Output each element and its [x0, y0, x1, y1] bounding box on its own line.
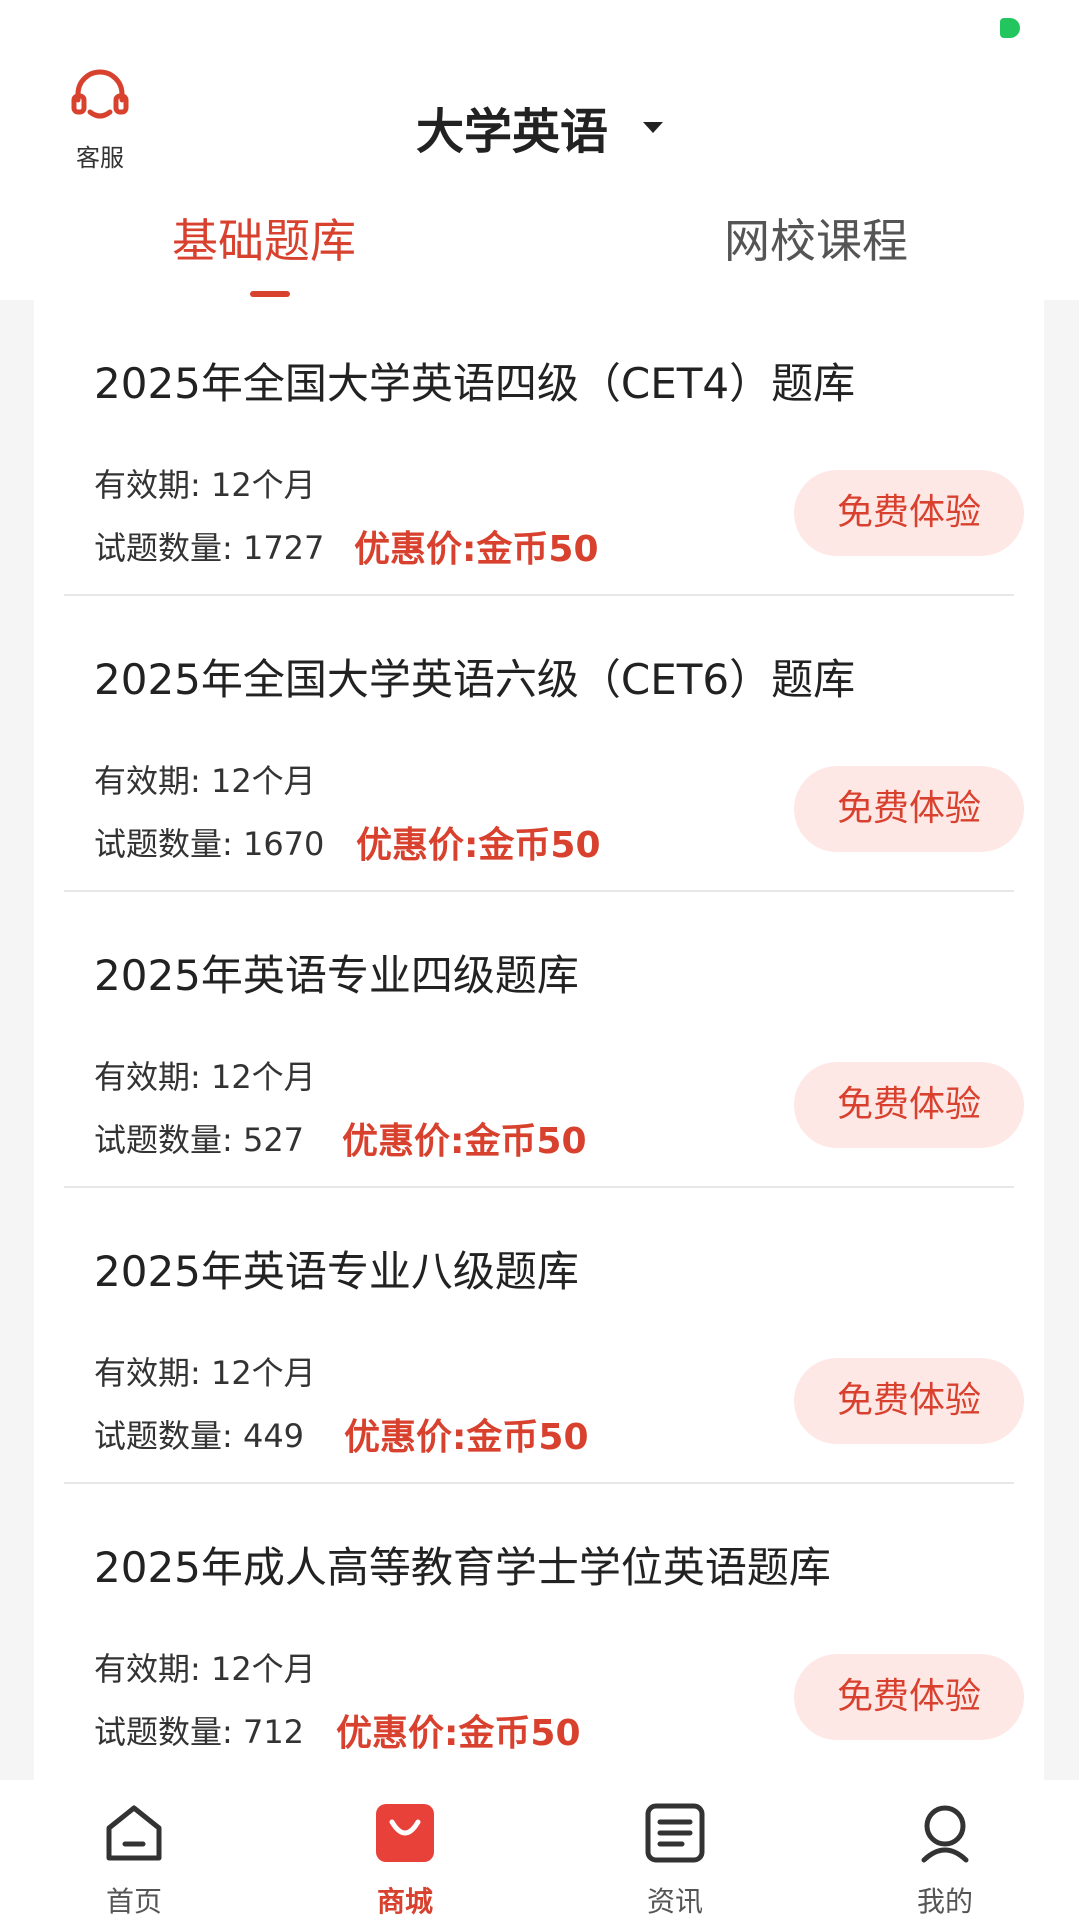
tab-basic-question-bank[interactable]: 基础题库: [172, 205, 356, 271]
item-price: 优惠价:金币50: [336, 1713, 581, 1754]
item-question-count: 试题数量: 1670: [94, 825, 325, 863]
item-price: 优惠价:金币50: [344, 1417, 589, 1458]
tab-bar: 基础题库 网校课程: [0, 205, 1079, 300]
item-title: 2025年英语专业八级题库: [94, 1247, 579, 1296]
nav-label-shop: 商城: [376, 1885, 433, 1918]
nav-item-home[interactable]: 首页: [74, 1800, 194, 1920]
app-screen: 客服 大学英语 基础题库 网校课程 2025年全国大学英语四级（CET4）题库 …: [0, 0, 1079, 1920]
profile-icon: [921, 1805, 969, 1863]
active-tab-indicator: [250, 291, 290, 297]
nav-item-shop[interactable]: 商城: [345, 1800, 465, 1920]
item-question-count: 试题数量: 712: [94, 1713, 305, 1751]
bottom-nav: 首页 商城 资讯 我的: [0, 1780, 1079, 1920]
nav-label-profile: 我的: [916, 1885, 973, 1918]
list-item[interactable]: 2025年英语专业四级题库 有效期: 12个月 试题数量: 527 优惠价:金币…: [64, 892, 1024, 1188]
item-title: 2025年英语专业四级题库: [94, 951, 579, 1000]
tab-online-courses[interactable]: 网校课程: [724, 205, 908, 271]
item-price: 优惠价:金币50: [354, 529, 599, 570]
item-validity: 有效期: 12个月: [94, 1354, 316, 1392]
item-validity: 有效期: 12个月: [94, 1650, 316, 1688]
subject-selector[interactable]: 大学英语: [0, 92, 1079, 162]
list-item[interactable]: 2025年全国大学英语四级（CET4）题库 有效期: 12个月 试题数量: 17…: [64, 300, 1024, 596]
caret-down-icon: [643, 121, 664, 133]
free-trial-button[interactable]: 免费体验: [794, 470, 1024, 556]
free-trial-button[interactable]: 免费体验: [794, 766, 1024, 852]
item-validity: 有效期: 12个月: [94, 762, 316, 800]
page-title: 大学英语: [415, 104, 608, 160]
item-title: 2025年成人高等教育学士学位英语题库: [94, 1543, 831, 1592]
item-question-count: 试题数量: 1727: [94, 529, 325, 567]
shop-bag-icon: [376, 1804, 434, 1862]
nav-item-news[interactable]: 资讯: [615, 1800, 735, 1920]
item-question-count: 试题数量: 449: [94, 1417, 305, 1455]
nav-item-profile[interactable]: 我的: [885, 1800, 1005, 1920]
header: 客服 大学英语 基础题库 网校课程: [0, 0, 1079, 300]
news-icon: [645, 1803, 705, 1863]
list-item[interactable]: 2025年成人高等教育学士学位英语题库 有效期: 12个月 试题数量: 712 …: [64, 1484, 1024, 1780]
list-item[interactable]: 2025年英语专业八级题库 有效期: 12个月 试题数量: 449 优惠价:金币…: [64, 1188, 1024, 1484]
item-question-count: 试题数量: 527: [94, 1121, 305, 1159]
item-validity: 有效期: 12个月: [94, 1058, 316, 1096]
nav-label-home: 首页: [105, 1885, 162, 1918]
free-trial-button[interactable]: 免费体验: [794, 1358, 1024, 1444]
home-icon: [106, 1805, 162, 1861]
list-item[interactable]: 2025年全国大学英语六级（CET6）题库 有效期: 12个月 试题数量: 16…: [64, 596, 1024, 892]
item-validity: 有效期: 12个月: [94, 466, 316, 504]
item-title: 2025年全国大学英语四级（CET4）题库: [94, 359, 856, 408]
status-indicator: [1000, 18, 1020, 38]
item-price: 优惠价:金币50: [342, 1121, 587, 1162]
question-bank-list: 2025年全国大学英语四级（CET4）题库 有效期: 12个月 试题数量: 17…: [34, 300, 1044, 1780]
item-title: 2025年全国大学英语六级（CET6）题库: [94, 655, 856, 704]
free-trial-button[interactable]: 免费体验: [794, 1062, 1024, 1148]
nav-label-news: 资讯: [646, 1885, 703, 1918]
free-trial-button[interactable]: 免费体验: [794, 1654, 1024, 1740]
item-price: 优惠价:金币50: [356, 825, 601, 866]
